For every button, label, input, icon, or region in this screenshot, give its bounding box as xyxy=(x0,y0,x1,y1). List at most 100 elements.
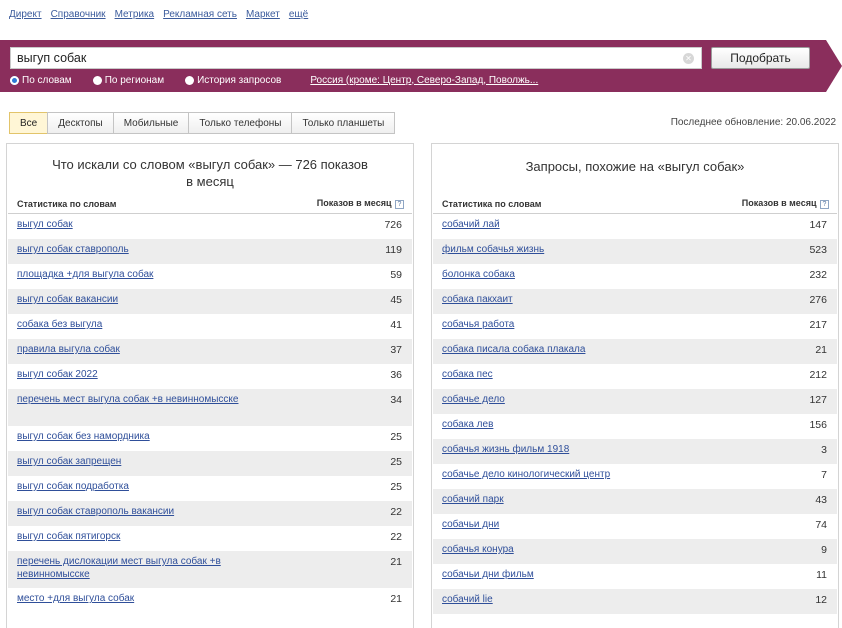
table-row: выгул собак ставрополь 119 xyxy=(8,239,412,264)
impressions-count: 212 xyxy=(809,369,827,381)
keyword-link[interactable]: собака писала собака плакала xyxy=(442,344,585,357)
table-row: собака пес 212 xyxy=(433,364,837,389)
table-row: собачья жизнь фильм 1918 3 xyxy=(433,439,837,464)
table-row: выгул собак 726 xyxy=(8,214,412,239)
table-row: площадка +для выгула собак 59 xyxy=(8,264,412,289)
table-row: собачье дело 127 xyxy=(433,389,837,414)
impressions-count: 34 xyxy=(390,394,402,406)
keyword-link[interactable]: выгул собак без намордника xyxy=(17,431,150,444)
table-row: собачья работа 217 xyxy=(433,314,837,339)
table-row: собачьи дни фильм 11 xyxy=(433,564,837,589)
radio-label: История запросов xyxy=(197,74,282,86)
keyword-link[interactable]: площадка +для выгула собак xyxy=(17,269,153,282)
keyword-link[interactable]: собачья работа xyxy=(442,319,514,332)
impressions-count: 119 xyxy=(385,244,402,256)
help-icon[interactable]: ? xyxy=(395,199,404,209)
tab-tablets-only[interactable]: Только планшеты xyxy=(291,112,396,134)
impressions-count: 276 xyxy=(809,294,827,306)
right-panel: Запросы, похожие на «выгул собак» Статис… xyxy=(431,143,839,628)
table-row: собачий lie 12 xyxy=(433,589,837,614)
keyword-link[interactable]: собачья жизнь фильм 1918 xyxy=(442,444,569,457)
impressions-count: 7 xyxy=(821,469,827,481)
radio-selected-icon xyxy=(10,75,19,85)
table-row: перечень мест выгула собак +в невинномыс… xyxy=(8,389,412,426)
right-table-header: Статистика по словам Показов в месяц ? xyxy=(433,194,837,214)
radio-by-words[interactable]: По словам xyxy=(10,75,72,86)
nav-link-more[interactable]: ещё xyxy=(289,9,308,25)
impressions-count: 25 xyxy=(390,431,402,443)
keyword-link[interactable]: собачья конура xyxy=(442,544,514,557)
table-row: собачий парк 43 xyxy=(433,489,837,514)
table-row: собака пакхаит 276 xyxy=(433,289,837,314)
keyword-link[interactable]: болонка собака xyxy=(442,269,515,282)
region-selector-link[interactable]: Россия (кроме: Центр, Северо-Запад, Пово… xyxy=(310,75,538,86)
table-row: собачье дело кинологический центр 7 xyxy=(433,464,837,489)
keyword-link[interactable]: фильм собачья жизнь xyxy=(442,244,544,257)
nav-link-market[interactable]: Маркет xyxy=(246,9,280,25)
keyword-link[interactable]: выгул собак вакансии xyxy=(17,294,118,307)
column-keyword-header: Статистика по словам xyxy=(17,198,117,209)
nav-link-direct[interactable]: Директ xyxy=(9,9,42,25)
tab-desktops[interactable]: Десктопы xyxy=(47,112,113,134)
tab-mobile[interactable]: Мобильные xyxy=(112,112,189,134)
table-row: фильм собачья жизнь 523 xyxy=(433,239,837,264)
keyword-link[interactable]: собака лев xyxy=(442,419,493,432)
tab-all[interactable]: Все xyxy=(9,112,48,134)
nav-link-directory[interactable]: Справочник xyxy=(51,9,106,25)
impressions-count: 43 xyxy=(815,494,827,506)
keyword-link[interactable]: собачьи дни фильм xyxy=(442,569,534,582)
impressions-count: 12 xyxy=(815,594,827,606)
search-input[interactable]: выгуп собак ✕ xyxy=(10,47,702,69)
impressions-count: 523 xyxy=(809,244,827,256)
table-row: собака лев 156 xyxy=(433,414,837,439)
tab-phones-only[interactable]: Только телефоны xyxy=(188,112,292,134)
table-row: выгул собак пятигорск 22 xyxy=(8,526,412,551)
right-table-body: собачий лай 147 фильм собачья жизнь 523 боло… xyxy=(433,214,837,614)
search-mode-radios: По словам По регионам История запросов Р… xyxy=(10,73,538,87)
radio-icon xyxy=(92,75,102,85)
keyword-link[interactable]: собачьи дни xyxy=(442,519,499,532)
column-count-header: Показов в месяц ? xyxy=(317,198,404,209)
keyword-link[interactable]: выгул собак 2022 xyxy=(17,369,98,382)
keyword-link[interactable]: перечень дислокации мест выгула собак +в… xyxy=(17,556,247,581)
table-row: выгул собак запрещен 25 xyxy=(8,451,412,476)
impressions-count: 726 xyxy=(384,219,402,231)
table-row: собачьи дни 74 xyxy=(433,514,837,539)
impressions-count: 36 xyxy=(390,369,402,381)
keyword-link[interactable]: место +для выгула собак xyxy=(17,593,134,606)
impressions-count: 59 xyxy=(390,269,402,281)
keyword-link[interactable]: выгул собак подработка xyxy=(17,481,129,494)
radio-by-regions[interactable]: По регионам xyxy=(92,75,164,86)
keyword-link[interactable]: выгул собак ставрополь вакансии xyxy=(17,506,174,519)
keyword-link[interactable]: правила выгула собак xyxy=(17,344,120,357)
radio-history[interactable]: История запросов xyxy=(185,75,281,86)
table-row: выгул собак подработка 25 xyxy=(8,476,412,501)
keyword-link[interactable]: перечень мест выгула собак +в невинномыс… xyxy=(17,394,238,407)
impressions-count: 22 xyxy=(390,531,402,543)
impressions-count: 9 xyxy=(821,544,827,556)
keyword-link[interactable]: собачий лай xyxy=(442,219,500,232)
keyword-link[interactable]: выгул собак xyxy=(17,219,73,232)
help-icon[interactable]: ? xyxy=(820,199,829,209)
keyword-link[interactable]: выгул собак пятигорск xyxy=(17,531,120,544)
nav-link-metrika[interactable]: Метрика xyxy=(115,9,155,25)
impressions-count: 41 xyxy=(390,319,402,331)
table-row: болонка собака 232 xyxy=(433,264,837,289)
device-tabs: Все Десктопы Мобильные Только телефоны Т… xyxy=(9,112,396,134)
keyword-link[interactable]: собачье дело xyxy=(442,394,505,407)
keyword-link[interactable]: собачий lie xyxy=(442,594,493,607)
clear-icon[interactable]: ✕ xyxy=(683,53,694,64)
keyword-link[interactable]: собака без выгула xyxy=(17,319,102,332)
keyword-link[interactable]: собачье дело кинологический центр xyxy=(442,469,610,482)
keyword-link[interactable]: выгул собак запрещен xyxy=(17,456,121,469)
table-row: собачья конура 9 xyxy=(433,539,837,564)
impressions-count: 25 xyxy=(390,456,402,468)
keyword-link[interactable]: выгул собак ставрополь xyxy=(17,244,129,257)
right-panel-title: Запросы, похожие на «выгул собак» xyxy=(525,159,745,174)
keyword-link[interactable]: собака пакхаит xyxy=(442,294,513,307)
keyword-link[interactable]: собака пес xyxy=(442,369,493,382)
table-row: выгул собак без намордника 25 xyxy=(8,426,412,451)
submit-button[interactable]: Подобрать xyxy=(711,47,810,69)
nav-link-ad-network[interactable]: Рекламная сеть xyxy=(163,9,237,25)
keyword-link[interactable]: собачий парк xyxy=(442,494,504,507)
